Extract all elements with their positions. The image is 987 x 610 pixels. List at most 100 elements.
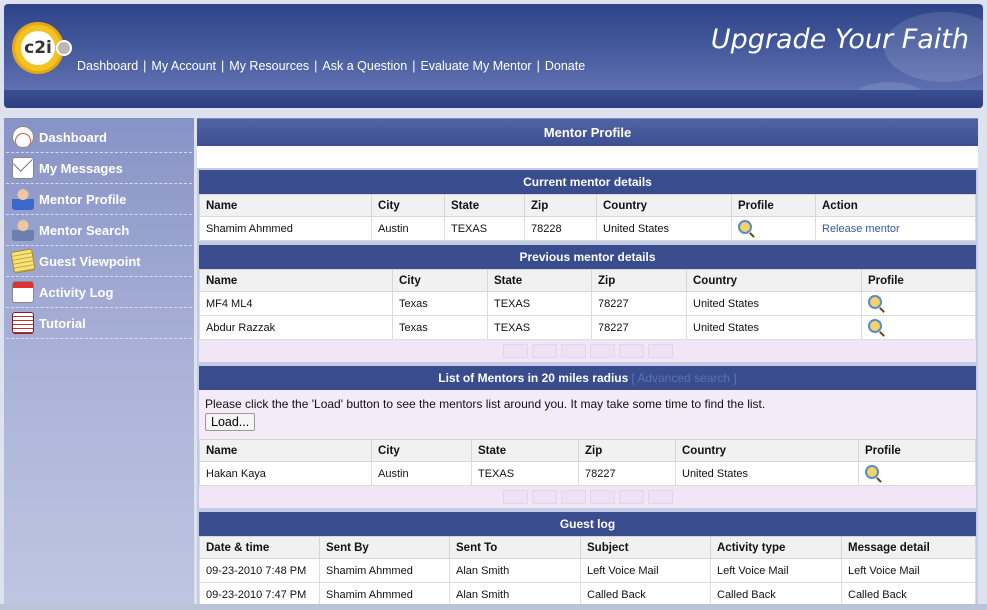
pager-prev-button[interactable] (531, 490, 557, 504)
dashboard-gauge-icon (12, 126, 34, 148)
pager-last-button[interactable] (647, 344, 673, 358)
column-header: State (487, 269, 592, 292)
nav-separator: | (221, 59, 225, 73)
pager-page-button[interactable] (560, 344, 586, 358)
table-row: MF4 ML4 Texas TEXAS 78227 United States (199, 291, 976, 316)
section-heading: Current mentor details (199, 170, 976, 194)
mentor-name: Abdur Razzak (199, 315, 393, 340)
column-header: Country (686, 269, 862, 292)
column-header: Name (199, 269, 393, 292)
nav-donate-link[interactable]: Donate (545, 59, 585, 73)
site-tagline: Upgrade Your Faith (710, 24, 969, 55)
pager-next-button[interactable] (618, 490, 644, 504)
column-header: City (392, 269, 488, 292)
notepad-icon (10, 248, 36, 274)
pager-first-button[interactable] (502, 344, 528, 358)
column-header: City (371, 194, 445, 217)
mentor-country: United States (675, 461, 859, 486)
header-bottom-bar (4, 90, 983, 108)
mentor-state: TEXAS (471, 461, 579, 486)
table-row: 09-23-2010 7:47 PM Shamim Ahmmed Alan Sm… (199, 582, 976, 607)
window-bottom-strip (0, 604, 987, 610)
sidebar-item-my-messages[interactable]: My Messages (6, 153, 192, 184)
log-subject: Left Voice Mail (580, 558, 711, 583)
sidebar-item-tutorial[interactable]: Tutorial (6, 308, 192, 339)
column-header: Profile (731, 194, 816, 217)
nav-separator: | (143, 59, 147, 73)
pager-last-button[interactable] (647, 490, 673, 504)
sidebar-item-label: Activity Log (39, 284, 114, 300)
sidebar-item-mentor-profile[interactable]: Mentor Profile (6, 184, 192, 215)
guest-log-table: Date & time Sent By Sent To Subject Acti… (199, 536, 976, 607)
pager-page-button[interactable] (589, 344, 615, 358)
nearby-mentors-table: Name City State Zip Country Profile Haka… (199, 439, 976, 486)
release-mentor-link[interactable]: Release mentor (815, 216, 976, 241)
mentor-state: TEXAS (487, 291, 592, 316)
column-header: City (371, 439, 472, 462)
sidebar-item-label: Tutorial (39, 315, 86, 331)
table-header-row: Date & time Sent By Sent To Subject Acti… (199, 536, 976, 559)
calendar-icon (12, 281, 34, 303)
mentor-state: TEXAS (487, 315, 592, 340)
notice-text: Please click the the 'Load' button to se… (205, 397, 766, 411)
sidebar-item-activity-log[interactable]: Activity Log (6, 277, 192, 308)
logo-knob (56, 40, 72, 56)
site-header: c2i Dashboard | My Account | My Resources | As… (4, 4, 983, 108)
column-header: Subject (580, 536, 711, 559)
sidebar-item-dashboard[interactable]: Dashboard (6, 122, 192, 153)
view-profile-icon[interactable] (865, 465, 879, 479)
column-header: Profile (861, 269, 976, 292)
mentor-zip: 78227 (591, 315, 687, 340)
view-profile-icon[interactable] (868, 319, 882, 333)
table-row: 09-23-2010 7:48 PM Shamim Ahmmed Alan Sm… (199, 558, 976, 583)
nav-evaluate-mentor-link[interactable]: Evaluate My Mentor (420, 59, 531, 73)
person-icon (12, 188, 34, 210)
log-subject: Called Back (580, 582, 711, 607)
previous-mentors-table: Name City State Zip Country Profile MF4 … (199, 269, 976, 340)
guest-log-section: Guest log Date & time Sent By Sent To Su… (197, 510, 978, 609)
pager-page-button[interactable] (589, 490, 615, 504)
log-activity-type: Called Back (710, 582, 842, 607)
nav-separator: | (314, 59, 318, 73)
nav-my-resources-link[interactable]: My Resources (229, 59, 309, 73)
sidebar-item-label: Dashboard (39, 129, 107, 145)
nearby-mentors-section: List of Mentors in 20 miles radius[ Adva… (197, 364, 978, 510)
logo-text: c2i (21, 31, 55, 65)
pager-page-button[interactable] (560, 490, 586, 504)
column-header: Country (596, 194, 732, 217)
table-header-row: Name City State Zip Country Profile (199, 439, 976, 462)
section-heading: Previous mentor details (199, 245, 976, 269)
book-icon (12, 312, 34, 334)
view-profile-icon[interactable] (738, 220, 752, 234)
profile-cell (861, 291, 976, 316)
nav-separator: | (536, 59, 540, 73)
column-header: Date & time (199, 536, 320, 559)
column-header: Name (199, 439, 372, 462)
load-button[interactable]: Load... (205, 413, 256, 431)
log-message-detail: Called Back (841, 582, 976, 607)
sidebar-item-label: Mentor Search (39, 222, 130, 238)
mentor-city: Austin (371, 461, 472, 486)
pager-prev-button[interactable] (531, 344, 557, 358)
current-mentor-section: Current mentor details Name City State Z… (197, 168, 978, 243)
sidebar-item-mentor-search[interactable]: Mentor Search (6, 215, 192, 246)
pager-first-button[interactable] (502, 490, 528, 504)
advanced-search-link[interactable]: [ Advanced search ] (631, 371, 736, 385)
load-notice: Please click the the 'Load' button to se… (199, 390, 976, 439)
site-logo[interactable]: c2i (10, 20, 72, 76)
sidebar-item-guest-viewpoint[interactable]: Guest Viewpoint (6, 246, 192, 277)
column-header: Sent To (449, 536, 581, 559)
nav-my-account-link[interactable]: My Account (151, 59, 216, 73)
mentor-zip: 78227 (578, 461, 676, 486)
nav-ask-question-link[interactable]: Ask a Question (322, 59, 407, 73)
mentor-name: Shamim Ahmmed (199, 216, 372, 241)
table-row: Shamim Ahmmed Austin TEXAS 78228 United … (199, 216, 976, 241)
mentor-country: United States (596, 216, 732, 241)
view-profile-icon[interactable] (868, 295, 882, 309)
section-heading: Guest log (199, 512, 976, 536)
sidebar-item-label: Mentor Profile (39, 191, 127, 207)
pager-next-button[interactable] (618, 344, 644, 358)
pager (199, 486, 976, 508)
log-sent-to: Alan Smith (449, 582, 581, 607)
nav-dashboard-link[interactable]: Dashboard (77, 59, 138, 73)
